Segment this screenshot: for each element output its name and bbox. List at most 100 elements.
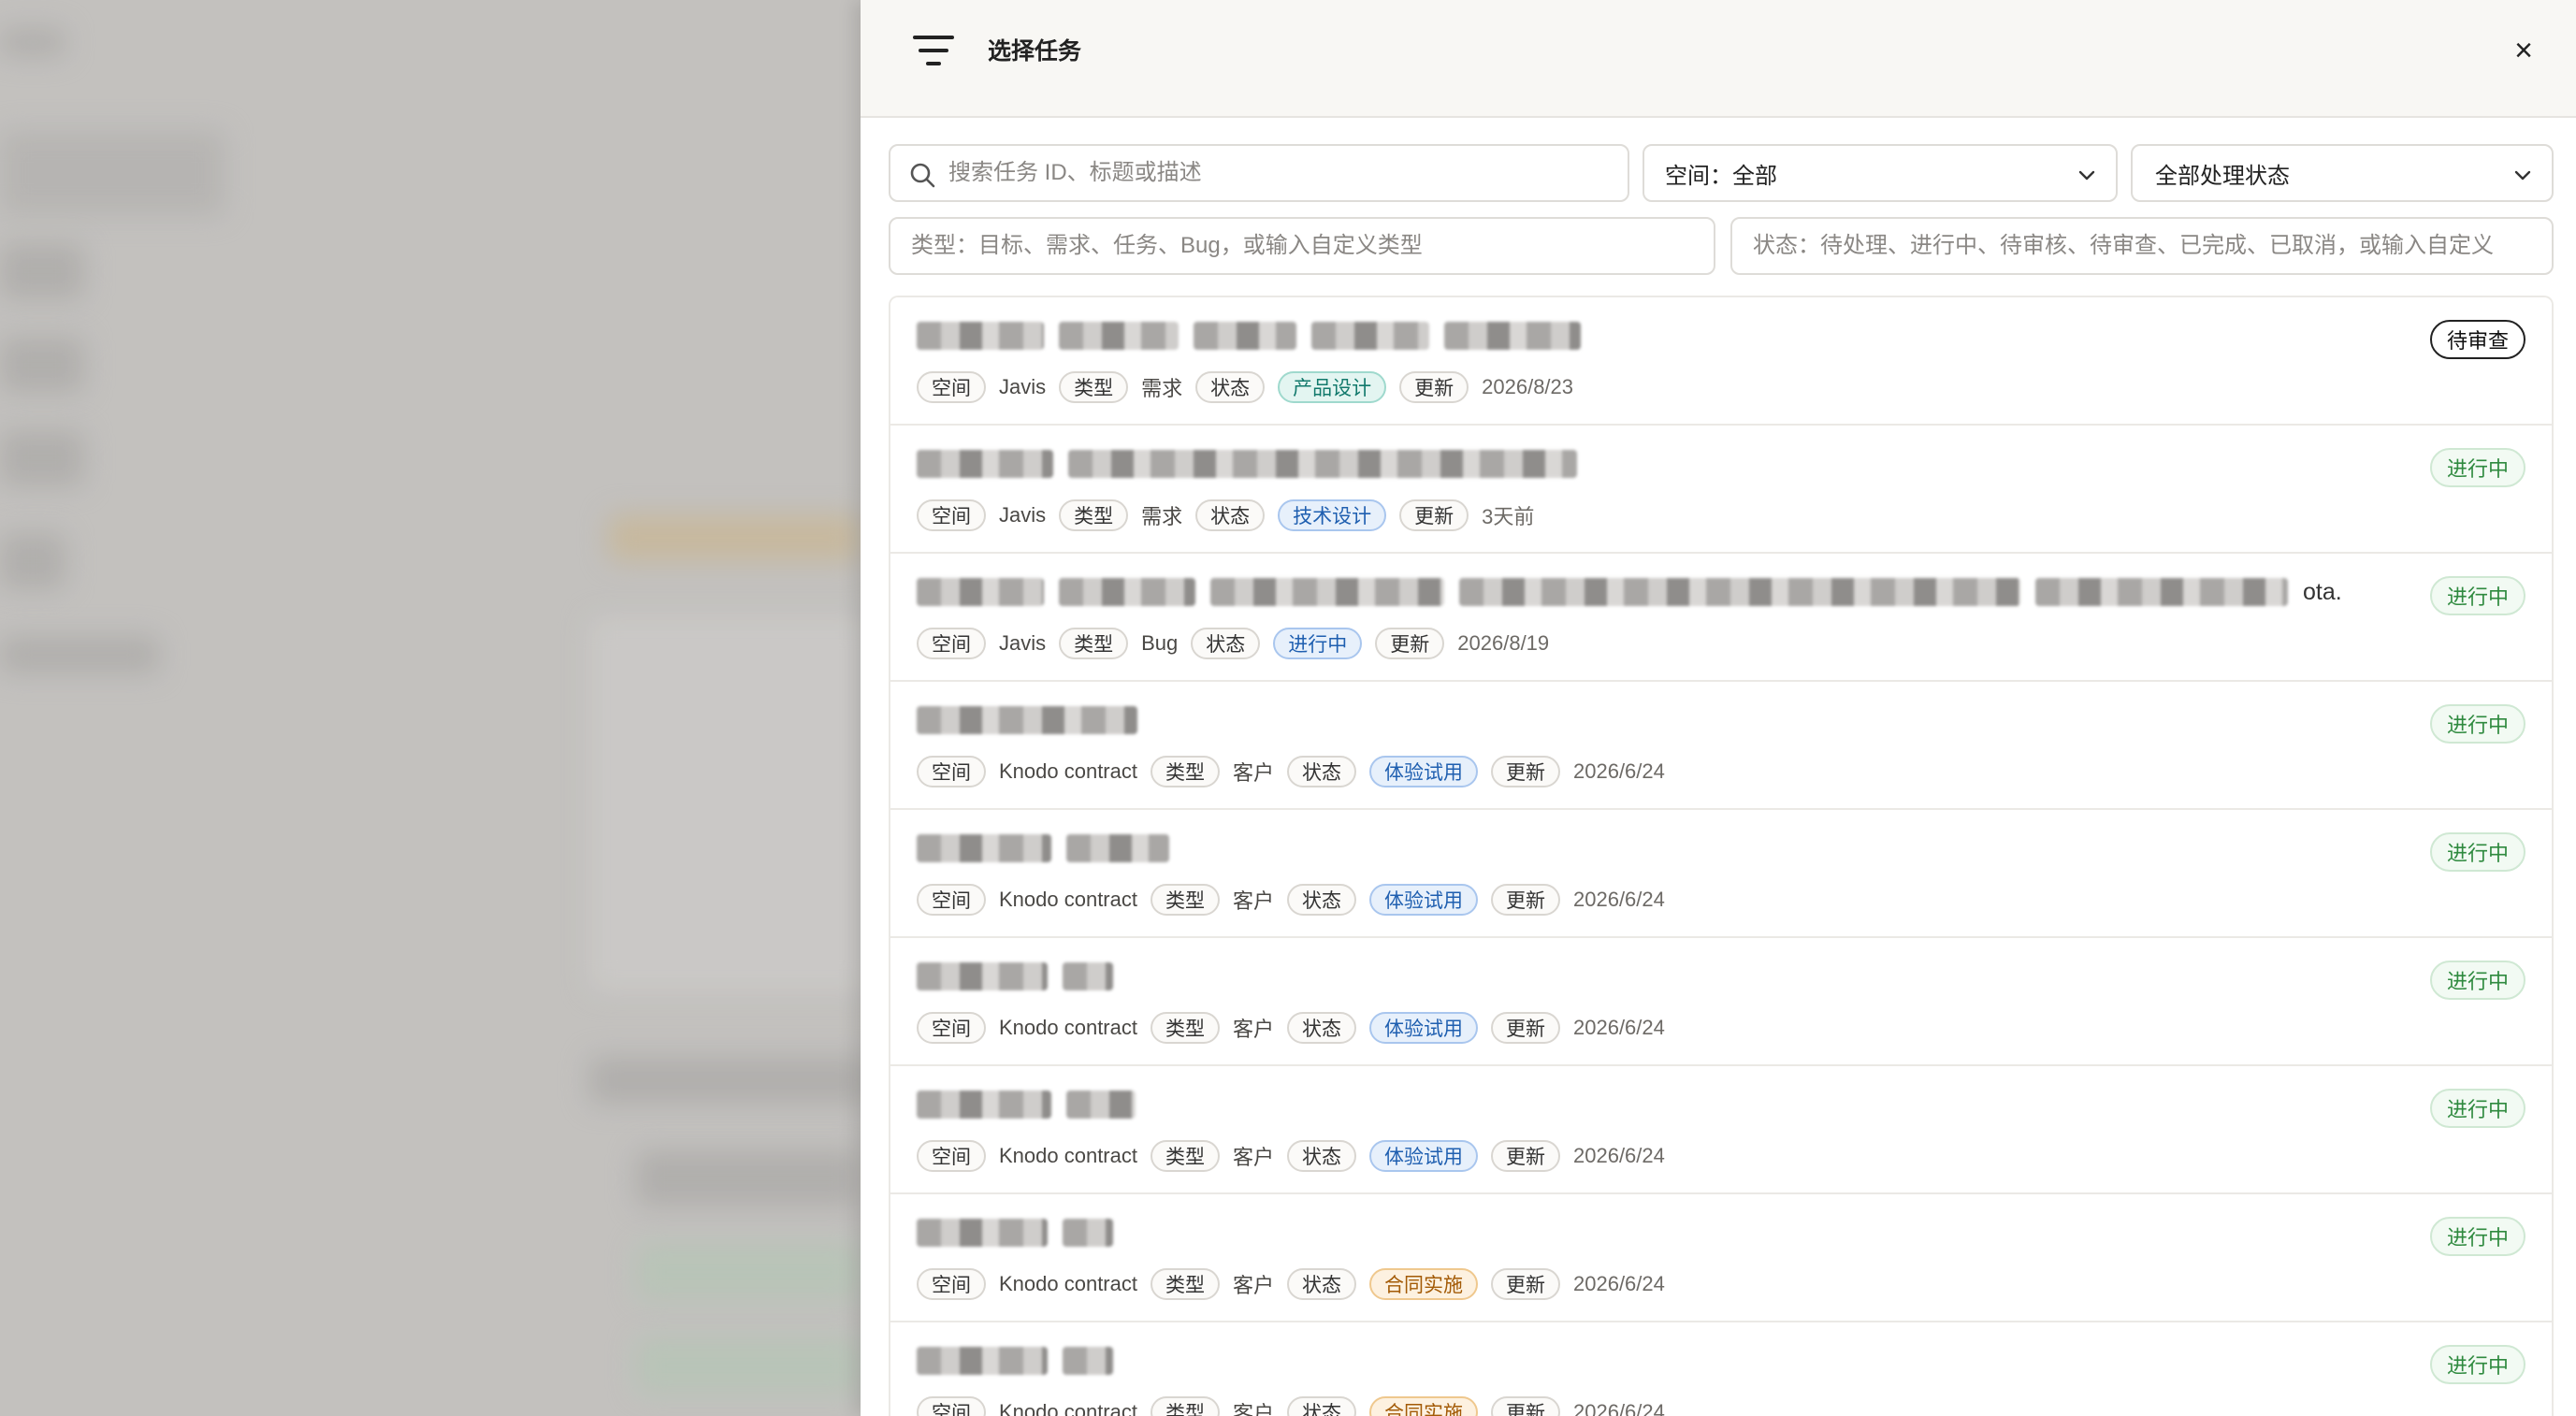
space-tag: 空间	[917, 1140, 986, 1172]
task-row[interactable]: ota. 空间 Javis 类型 Bug 状态 进行中 更新 2026/8/19…	[890, 554, 2552, 682]
state-pill: 体验试用	[1369, 884, 1478, 916]
updated-tag: 更新	[1491, 1012, 1560, 1044]
filter-lines-icon	[911, 32, 956, 69]
status-badge: 进行中	[2429, 704, 2525, 744]
updated-value: 3天前	[1482, 505, 1535, 528]
task-title-tail: ota.	[2303, 578, 2342, 605]
task-row[interactable]: 空间 Knodo contract 类型 客户 状态 体验试用 更新 2026/…	[890, 1066, 2552, 1194]
space-select[interactable]: 空间：全部	[1643, 144, 2118, 202]
space-value: Javis	[999, 503, 1047, 527]
space-tag: 空间	[917, 371, 986, 403]
space-value: Javis	[999, 631, 1047, 655]
task-meta: 空间 Knodo contract 类型 客户 状态 合同实施 更新 2026/…	[917, 1267, 1665, 1301]
updated-tag: 更新	[1491, 1396, 1560, 1416]
type-tag: 类型	[1059, 628, 1129, 659]
task-title	[917, 832, 1169, 864]
drawer-title: 选择任务	[988, 38, 1082, 65]
type-value: 客户	[1232, 1274, 1274, 1297]
status-badge: 待审查	[2429, 320, 2525, 359]
search-field[interactable]	[889, 144, 1629, 202]
updated-value: 2026/8/23	[1482, 375, 1574, 398]
updated-value: 2026/6/24	[1573, 1272, 1665, 1295]
task-row[interactable]: 空间 Knodo contract 类型 客户 状态 合同实施 更新 2026/…	[890, 1322, 2552, 1416]
task-row[interactable]: 空间 Javis 类型 需求 状态 产品设计 更新 2026/8/23 待审查	[890, 297, 2552, 426]
status-badge: 进行中	[2429, 448, 2525, 487]
close-icon: ×	[2514, 33, 2533, 68]
task-row[interactable]: 空间 Knodo contract 类型 客户 状态 合同实施 更新 2026/…	[890, 1194, 2552, 1322]
close-button[interactable]: ×	[2505, 32, 2542, 69]
task-meta: 空间 Javis 类型 Bug 状态 进行中 更新 2026/8/19	[917, 627, 1549, 660]
task-row[interactable]: 空间 Knodo contract 类型 客户 状态 体验试用 更新 2026/…	[890, 938, 2552, 1066]
state-field[interactable]	[1730, 217, 2554, 275]
space-tag: 空间	[917, 1396, 986, 1416]
space-value: Knodo contract	[999, 1016, 1137, 1039]
updated-tag: 更新	[1491, 1140, 1560, 1172]
state-input[interactable]	[1753, 233, 2552, 259]
space-value: Knodo contract	[999, 1400, 1137, 1416]
task-title	[917, 1089, 1136, 1120]
chevron-down-icon	[2077, 165, 2097, 185]
task-title	[917, 704, 1137, 736]
chevron-down-icon	[2512, 165, 2533, 185]
type-value: 客户	[1232, 889, 1274, 913]
task-row[interactable]: 空间 Knodo contract 类型 客户 状态 体验试用 更新 2026/…	[890, 810, 2552, 938]
task-meta: 空间 Javis 类型 需求 状态 技术设计 更新 3天前	[917, 498, 1534, 532]
space-tag: 空间	[917, 1012, 986, 1044]
state-tag: 状态	[1195, 499, 1266, 531]
state-tag: 状态	[1287, 1268, 1356, 1300]
drawer-header: 选择任务 ×	[861, 0, 2576, 118]
status-select[interactable]: 全部处理状态	[2131, 144, 2554, 202]
updated-tag: 更新	[1399, 499, 1469, 531]
task-picker-drawer: 选择任务 × 空间：全部 全部处理状态	[861, 0, 2576, 1416]
state-tag: 状态	[1287, 1140, 1356, 1172]
task-title	[917, 1345, 1113, 1377]
space-tag: 空间	[917, 628, 986, 659]
updated-tag: 更新	[1491, 1268, 1560, 1300]
task-title	[917, 448, 1577, 480]
status-badge: 进行中	[2429, 961, 2525, 1000]
updated-tag: 更新	[1399, 371, 1469, 403]
type-field[interactable]	[889, 217, 1715, 275]
updated-tag: 更新	[1491, 756, 1560, 787]
type-tag: 类型	[1150, 1012, 1220, 1044]
task-row[interactable]: 空间 Knodo contract 类型 客户 状态 体验试用 更新 2026/…	[890, 682, 2552, 810]
space-select-value: 空间：全部	[1665, 163, 1777, 189]
search-icon	[909, 162, 935, 188]
type-tag: 类型	[1150, 756, 1220, 787]
state-tag: 状态	[1287, 756, 1356, 787]
task-title: ota.	[917, 576, 2342, 608]
status-badge: 进行中	[2429, 576, 2525, 615]
state-pill: 体验试用	[1369, 756, 1478, 787]
type-tag: 类型	[1150, 884, 1220, 916]
type-value: Bug	[1141, 631, 1179, 655]
state-tag: 状态	[1287, 884, 1356, 916]
updated-value: 2026/6/24	[1573, 759, 1665, 783]
task-meta: 空间 Knodo contract 类型 客户 状态 体验试用 更新 2026/…	[917, 1139, 1665, 1173]
type-value: 客户	[1232, 1402, 1274, 1416]
task-row[interactable]: 空间 Javis 类型 需求 状态 技术设计 更新 3天前 进行中	[890, 426, 2552, 554]
state-tag: 状态	[1191, 628, 1261, 659]
state-pill: 合同实施	[1369, 1396, 1478, 1416]
type-input[interactable]	[911, 233, 1714, 259]
task-meta: 空间 Knodo contract 类型 客户 状态 合同实施 更新 2026/…	[917, 1395, 1665, 1416]
type-value: 客户	[1232, 1146, 1274, 1169]
status-badge: 进行中	[2429, 832, 2525, 872]
state-pill: 体验试用	[1369, 1012, 1478, 1044]
type-tag: 类型	[1150, 1140, 1220, 1172]
status-badge: 进行中	[2429, 1217, 2525, 1256]
task-meta: 空间 Knodo contract 类型 客户 状态 体验试用 更新 2026/…	[917, 1011, 1665, 1045]
updated-tag: 更新	[1375, 628, 1445, 659]
search-input[interactable]	[948, 160, 1628, 186]
type-value: 客户	[1232, 761, 1274, 785]
type-tag: 类型	[1150, 1268, 1220, 1300]
state-pill: 合同实施	[1369, 1268, 1478, 1300]
state-tag: 状态	[1287, 1012, 1356, 1044]
state-pill: 进行中	[1273, 628, 1363, 659]
type-tag: 类型	[1059, 499, 1129, 531]
updated-value: 2026/6/24	[1573, 1400, 1665, 1416]
space-tag: 空间	[917, 884, 986, 916]
updated-value: 2026/6/24	[1573, 888, 1665, 911]
space-value: Javis	[999, 375, 1047, 398]
space-value: Knodo contract	[999, 1272, 1137, 1295]
updated-value: 2026/6/24	[1573, 1016, 1665, 1039]
